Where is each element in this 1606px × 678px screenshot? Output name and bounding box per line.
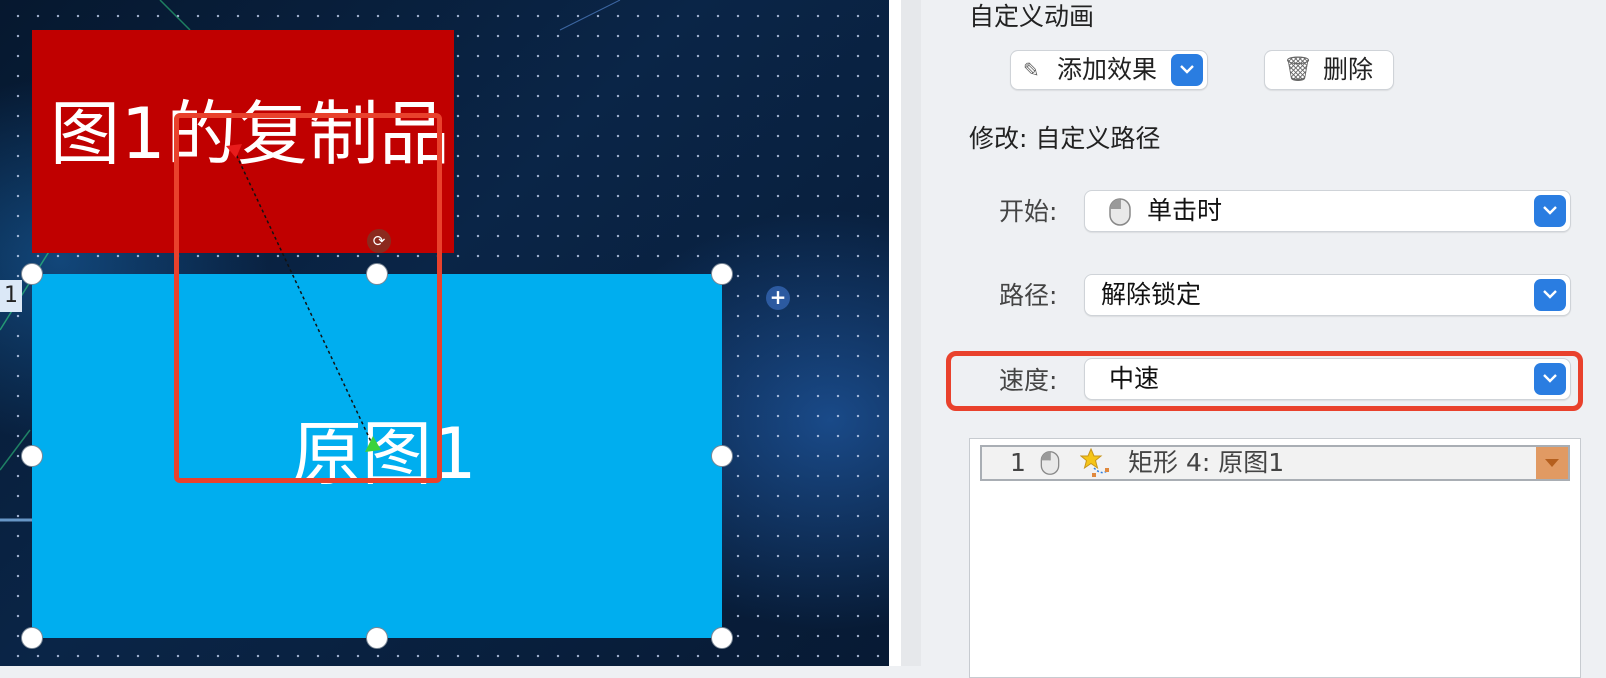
star-path-icon [1079,447,1110,482]
delete-label: 删除 [1323,55,1374,84]
path-select[interactable]: 解除锁定 [1084,274,1571,316]
path-value: 解除锁定 [1101,280,1202,309]
resize-handle-top[interactable] [366,263,388,285]
resize-handle-bottom[interactable] [366,627,388,649]
add-effect-label: 添加效果 [1057,55,1158,84]
trash-icon: 🗑 [1283,55,1314,83]
add-icon[interactable]: + [766,286,790,310]
highlight-frame-speed [946,351,1583,411]
start-select[interactable]: 单击时 [1084,190,1571,232]
resize-handle-bottom-left[interactable] [21,627,43,649]
mouse-icon [1107,197,1133,231]
add-effect-button[interactable]: ✎ 添加效果 [1010,50,1208,90]
start-value: 单击时 [1147,196,1223,225]
list-item[interactable]: 1 矩形 4: 原图1 [980,445,1570,481]
resize-handle-top-right[interactable] [711,263,733,285]
rotate-handle-icon[interactable]: ⟳ [367,229,391,253]
delete-button[interactable]: 🗑 删除 [1264,50,1394,90]
list-item-dropdown-icon[interactable] [1536,447,1568,479]
list-item-name: 矩形 4: 原图1 [1128,448,1285,477]
chevron-down-icon[interactable] [1534,279,1566,311]
motion-path[interactable] [0,0,889,666]
resize-handle-right[interactable] [711,445,733,467]
custom-animation-panel: 自定义动画 ✎ 添加效果 🗑 删除 修改: 自定义路径 开始: 单击时 路径: … [941,0,1606,678]
pencil-icon: ✎ [1023,58,1040,82]
modify-label: 修改: 自定义路径 [969,124,1161,153]
animation-order-tag[interactable]: 1 [0,280,22,312]
chevron-down-icon[interactable] [1534,195,1566,227]
resize-handle-top-left[interactable] [21,263,43,285]
panel-title: 自定义动画 [969,2,1095,31]
resize-handle-left[interactable] [21,445,43,467]
list-item-index: 1 [1010,448,1026,477]
path-label: 路径: [999,281,1058,310]
highlight-frame-path [174,113,442,483]
start-label: 开始: [999,197,1058,226]
slide-canvas[interactable]: 图1的复制品 原图1 ⟳ + 1 [0,0,889,666]
resize-handle-bottom-right[interactable] [711,627,733,649]
mouse-icon [1038,450,1062,480]
animation-list[interactable]: 1 矩形 4: 原图1 [969,438,1581,678]
panel-divider[interactable] [889,0,921,666]
chevron-down-icon[interactable] [1171,54,1203,86]
